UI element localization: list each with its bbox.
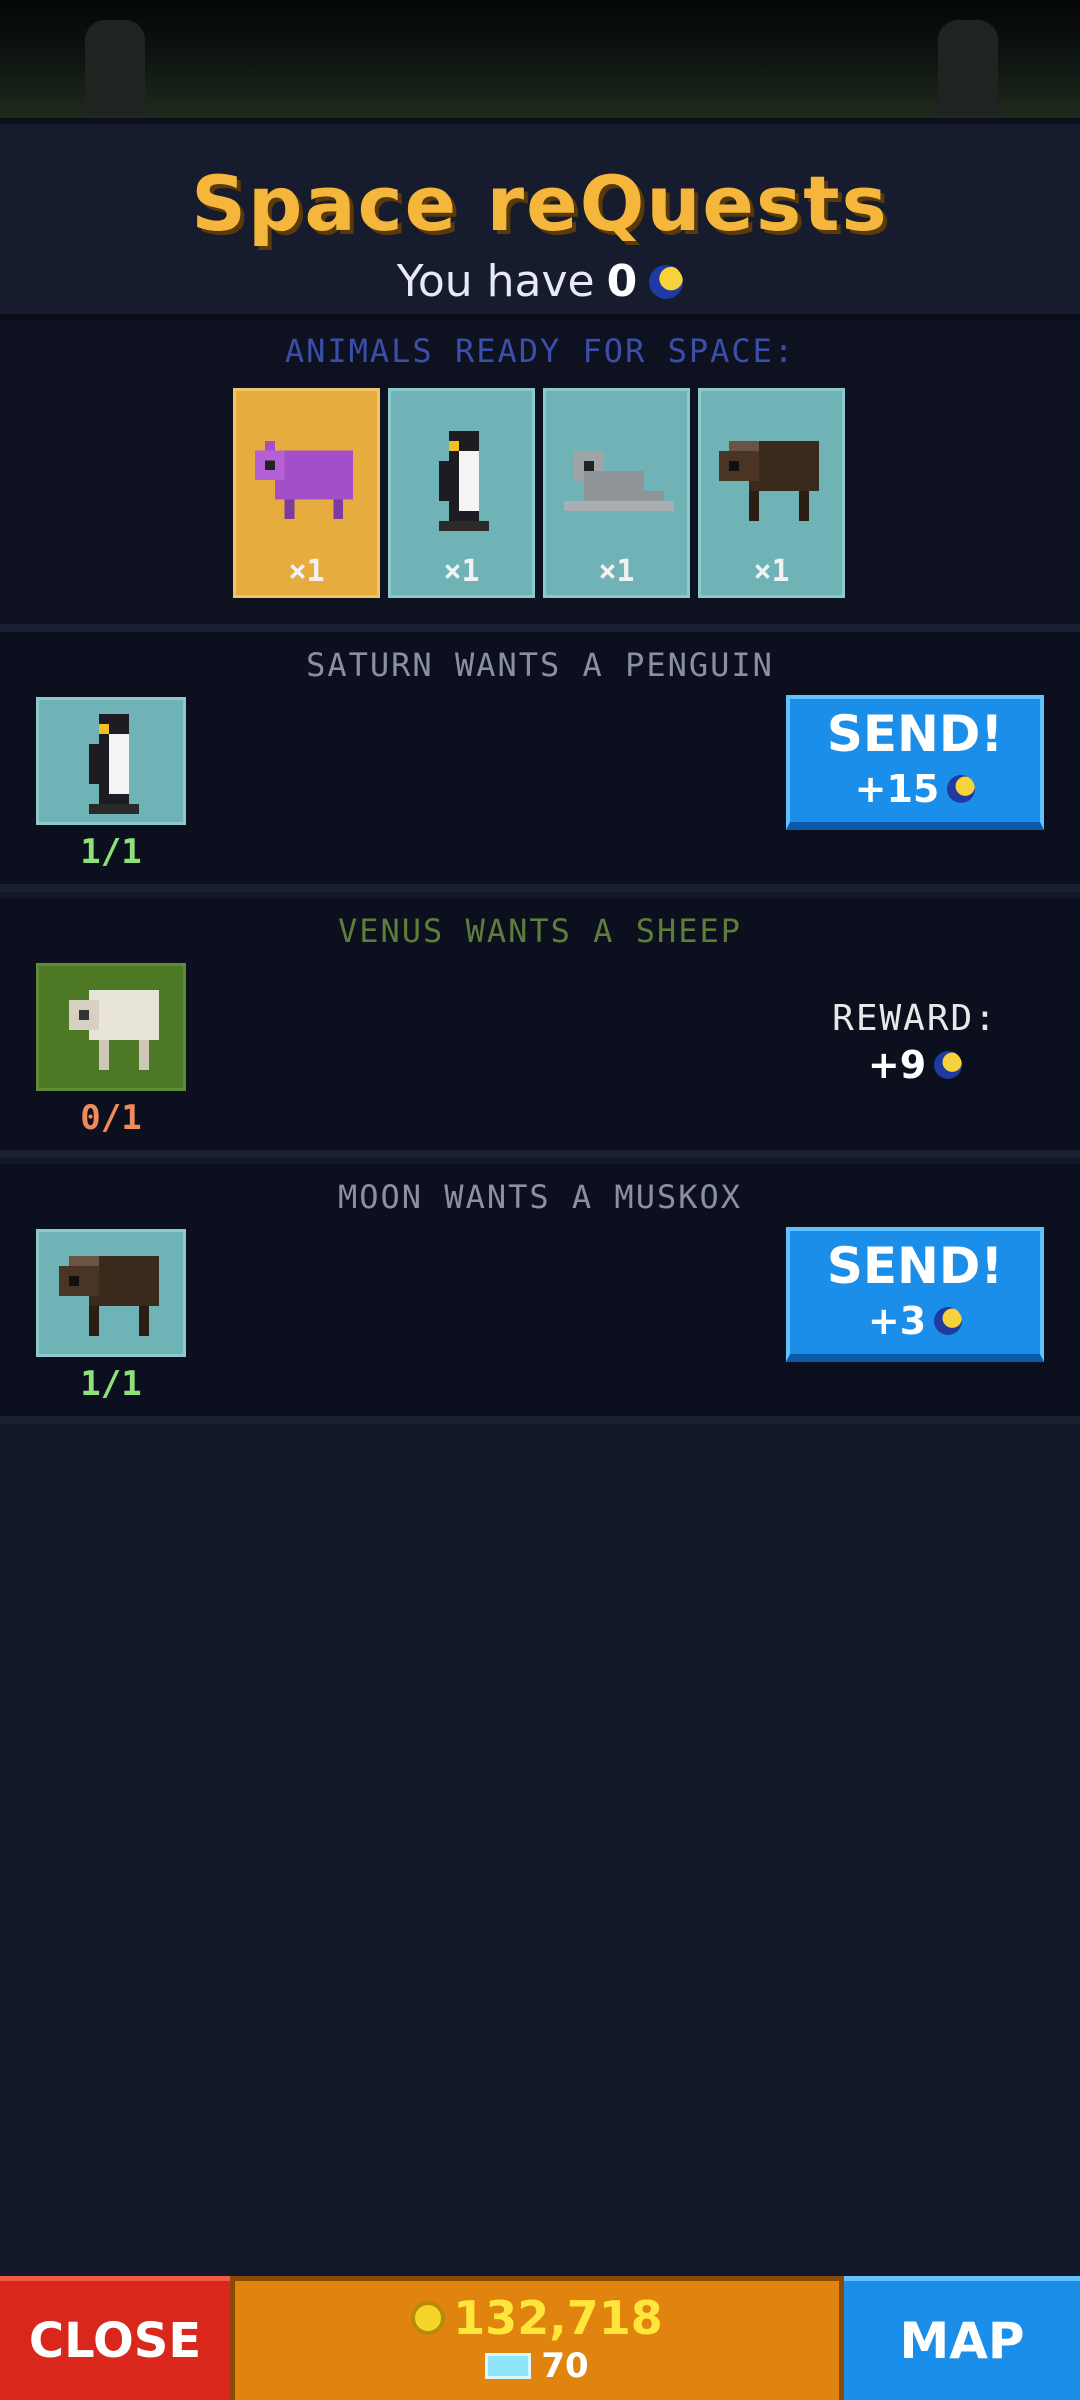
animal-card-hippo[interactable]: ×1 <box>233 388 380 598</box>
quest-animal-muskox <box>36 1229 186 1357</box>
gem-amount: 70 <box>541 2346 589 2386</box>
reward-info: REWARD: +9 <box>800 998 1030 1087</box>
coin-balance: 132,718 <box>411 2295 663 2341</box>
quest-progress: 0/1 <box>80 1098 142 1138</box>
token-balance: You have 0 <box>396 256 684 307</box>
coin-amount: 132,718 <box>453 2291 663 2345</box>
quest-progress: 1/1 <box>80 832 142 872</box>
map-button[interactable]: MAP <box>844 2276 1080 2400</box>
quest-title: VENUS WANTS A SHEEP <box>337 912 743 950</box>
animal-count: ×1 <box>288 554 325 589</box>
quest-title: SATURN WANTS A PENGUIN <box>306 646 774 684</box>
animal-card-seal[interactable]: ×1 <box>543 388 690 598</box>
muskox-icon <box>719 441 819 521</box>
quest-animal-penguin <box>36 697 186 825</box>
zoo-background-strip <box>0 0 1080 118</box>
quest-row: VENUS WANTS A SHEEP 0/1 REWARD: +9 <box>0 898 1080 1158</box>
coin-icon <box>411 2301 446 2335</box>
hippo-icon <box>255 440 353 519</box>
space-token-icon <box>934 1307 963 1335</box>
penguin-icon <box>439 431 489 531</box>
penguin-icon <box>89 714 139 814</box>
balance-amount: 0 <box>606 256 638 307</box>
space-token-icon <box>649 265 684 299</box>
currency-panel: 132,718 70 <box>230 2276 844 2400</box>
send-button[interactable]: SEND! +3 <box>786 1227 1044 1362</box>
space-token-icon <box>947 775 976 803</box>
seal-icon <box>564 451 674 511</box>
reward-label: REWARD: <box>832 998 998 1039</box>
page-title: Space reQuests <box>191 159 889 248</box>
reward-amount: +9 <box>868 1043 963 1087</box>
balance-prefix: You have <box>396 256 595 307</box>
animal-count: ×1 <box>598 554 635 589</box>
header-panel: Space reQuests You have 0 <box>0 118 1080 320</box>
animal-count: ×1 <box>753 554 790 589</box>
sheep-icon <box>69 990 159 1070</box>
quest-title: MOON WANTS A MUSKOX <box>337 1178 743 1216</box>
quest-row: SATURN WANTS A PENGUIN 1/1 SEND! +15 <box>0 632 1080 892</box>
gem-balance: 70 <box>235 2349 839 2383</box>
reward-amount: +15 <box>855 767 976 811</box>
background-post <box>938 20 998 115</box>
space-token-icon <box>934 1051 963 1079</box>
ready-animals-list: ×1 ×1 ×1 ×1 <box>233 388 845 598</box>
background-post <box>85 20 145 115</box>
send-button[interactable]: SEND! +15 <box>786 695 1044 830</box>
quest-progress: 1/1 <box>80 1364 142 1404</box>
send-label: SEND! <box>826 705 1004 763</box>
close-button[interactable]: CLOSE <box>0 2276 230 2400</box>
send-label: SEND! <box>826 1237 1004 1295</box>
bottom-bar: CLOSE 132,718 70 MAP <box>0 2276 1080 2400</box>
quest-animal-sheep <box>36 963 186 1091</box>
quest-row: MOON WANTS A MUSKOX 1/1 SEND! +3 <box>0 1164 1080 1424</box>
animal-card-muskox[interactable]: ×1 <box>698 388 845 598</box>
muskox-icon <box>59 1256 159 1336</box>
gem-icon <box>485 2353 532 2379</box>
ready-animals-panel: ANIMALS READY FOR SPACE: ×1 ×1 ×1 ×1 <box>0 320 1080 632</box>
animal-card-penguin[interactable]: ×1 <box>388 388 535 598</box>
animal-count: ×1 <box>443 554 480 589</box>
ready-animals-title: ANIMALS READY FOR SPACE: <box>284 332 796 370</box>
reward-amount: +3 <box>868 1299 963 1343</box>
